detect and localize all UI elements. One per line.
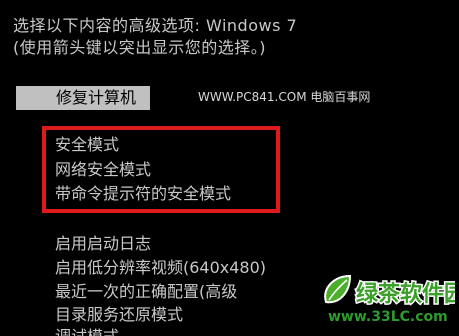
menu-item-debugging-mode[interactable]: 调试模式 [55, 327, 119, 336]
green-tea-logo-icon: 绿茶软件园 [324, 274, 455, 309]
menu-item-repair-computer[interactable]: 修复计算机 [16, 86, 150, 110]
watermark-pc841: WWW.PC841.COM 电脑百事网 [198, 90, 371, 104]
menu-item-low-resolution-video[interactable]: 启用低分辨率视频(640x480) [55, 258, 266, 278]
red-highlight-box [42, 126, 280, 213]
header-instructions: (使用箭头键以突出显示您的选择。) [13, 38, 266, 57]
menu-item-boot-logging[interactable]: 启用启动日志 [55, 234, 151, 254]
boot-options-screen: 选择以下内容的高级选项: Windows 7 (使用箭头键以突出显示您的选择。)… [0, 0, 459, 336]
menu-item-last-known-good[interactable]: 最近一次的正确配置(高级 [55, 282, 237, 302]
menu-item-directory-services-restore[interactable]: 目录服务还原模式 [55, 305, 183, 325]
header-title: 选择以下内容的高级选项: Windows 7 [13, 16, 298, 35]
svg-text:绿茶软件园: 绿茶软件园 [356, 281, 455, 307]
watermark-33lc-url: www.33LC.com [328, 309, 448, 325]
watermark-33lc: 绿茶软件园 www.33LC.com [320, 272, 455, 328]
